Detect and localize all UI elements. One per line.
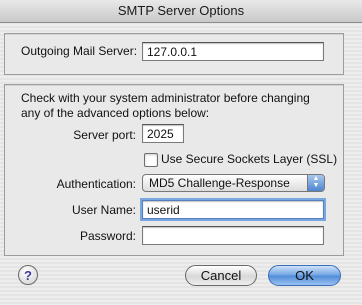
user-name-label: User Name:: [71, 203, 136, 217]
ssl-label[interactable]: Use Secure Sockets Layer (SSL): [161, 152, 337, 166]
help-button[interactable]: ?: [18, 265, 38, 285]
outgoing-server-field[interactable]: 127.0.0.1: [142, 42, 324, 61]
ssl-checkbox[interactable]: [144, 153, 158, 167]
ok-button[interactable]: OK: [268, 265, 341, 286]
smtp-options-dialog: SMTP Server Options Outgoing Mail Server…: [0, 0, 362, 305]
authentication-value: MD5 Challenge-Response: [149, 176, 290, 190]
server-port-label: Server port:: [73, 128, 136, 142]
server-port-field[interactable]: 2025: [142, 124, 184, 143]
cancel-button[interactable]: Cancel: [185, 265, 257, 286]
authentication-label: Authentication:: [56, 177, 136, 191]
authentication-popup[interactable]: MD5 Challenge-Response ▲ ▼: [142, 174, 325, 192]
password-label: Password:: [79, 229, 136, 243]
window-title: SMTP Server Options: [0, 0, 362, 23]
user-name-field[interactable]: userid: [142, 200, 324, 219]
outgoing-server-label: Outgoing Mail Server:: [21, 44, 138, 58]
advanced-note: Check with your system administrator bef…: [21, 91, 310, 120]
password-field[interactable]: [142, 226, 324, 245]
updown-arrows-icon: ▲ ▼: [307, 175, 324, 191]
